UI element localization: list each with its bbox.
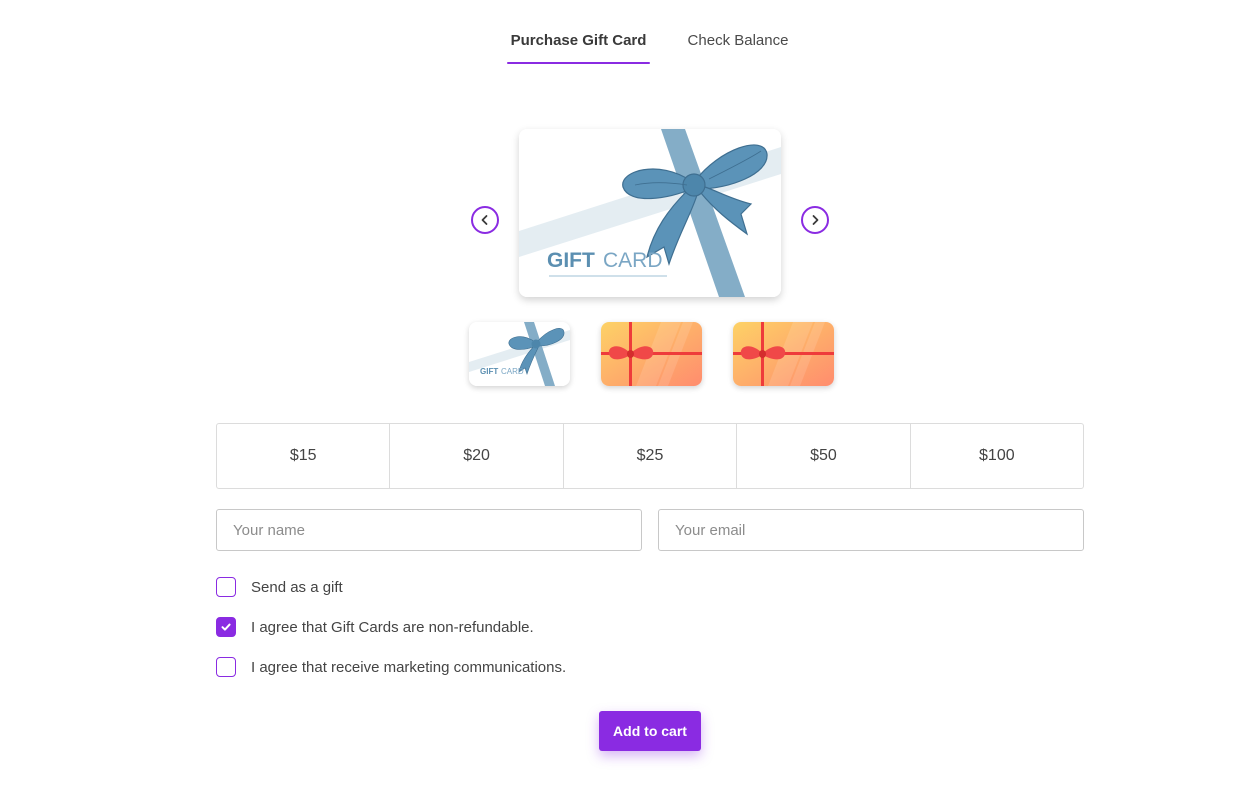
tab-bar: Purchase Gift Card Check Balance <box>0 0 1248 66</box>
card-text-gift: GIFT <box>547 249 595 272</box>
amount-option-25[interactable]: $25 <box>564 424 738 488</box>
marketing-checkbox[interactable] <box>216 657 236 677</box>
gift-card-preview: GIFT CARD <box>519 129 781 297</box>
non-refundable-label: I agree that Gift Cards are non-refundab… <box>251 618 534 636</box>
card-text-card: CARD <box>603 249 663 272</box>
name-input[interactable] <box>216 509 642 551</box>
checkmark-icon <box>221 623 231 631</box>
tab-purchase-gift-card[interactable]: Purchase Gift Card <box>507 30 650 64</box>
marketing-label: I agree that receive marketing communica… <box>251 658 567 676</box>
thumbnail-orange-card-2[interactable] <box>733 322 834 386</box>
chevron-left-icon <box>481 215 488 225</box>
carousel-next-button[interactable] <box>801 206 829 234</box>
non-refundable-agreement-option[interactable]: I agree that Gift Cards are non-refundab… <box>216 617 534 637</box>
chevron-right-icon <box>812 215 819 225</box>
send-as-gift-option[interactable]: Send as a gift <box>216 577 343 597</box>
thumb-text-card: CARD <box>501 367 524 376</box>
add-to-cart-button[interactable]: Add to cart <box>599 711 701 751</box>
send-as-gift-checkbox[interactable] <box>216 577 236 597</box>
amount-option-15[interactable]: $15 <box>217 424 391 488</box>
marketing-agreement-option[interactable]: I agree that receive marketing communica… <box>216 657 566 677</box>
amount-option-50[interactable]: $50 <box>737 424 911 488</box>
active-tab-indicator <box>507 62 650 64</box>
thumbnail-blue-card[interactable]: GIFT CARD <box>469 322 570 386</box>
carousel-prev-button[interactable] <box>471 206 499 234</box>
thumbnail-orange-card-1[interactable] <box>601 322 702 386</box>
thumb-text-gift: GIFT <box>480 367 498 376</box>
amount-selector: $15 $20 $25 $50 $100 <box>216 423 1084 489</box>
tab-check-balance[interactable]: Check Balance <box>676 30 800 64</box>
send-as-gift-label: Send as a gift <box>251 578 343 596</box>
gift-card-blue-image: GIFT CARD <box>519 129 781 297</box>
amount-option-20[interactable]: $20 <box>390 424 564 488</box>
non-refundable-checkbox[interactable] <box>216 617 236 637</box>
amount-option-100[interactable]: $100 <box>911 424 1083 488</box>
email-input[interactable] <box>658 509 1084 551</box>
